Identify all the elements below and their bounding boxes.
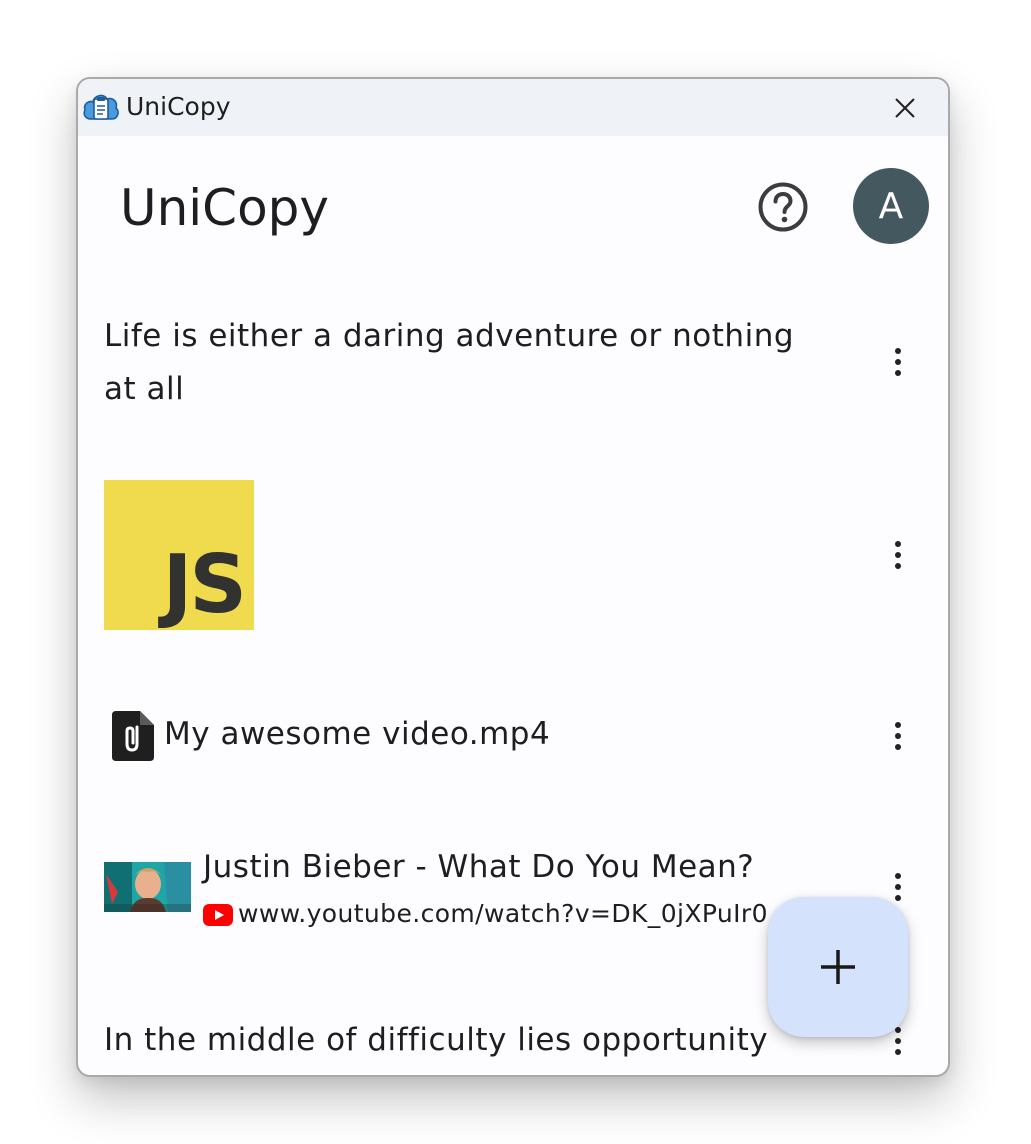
avatar-letter: A [878, 185, 904, 227]
plus-icon [821, 950, 855, 984]
clip-text-1[interactable]: Life is either a daring adventure or not… [104, 310, 834, 416]
clip-link-url[interactable]: www.youtube.com/watch?v=DK_0jXPuIr0 [238, 897, 768, 931]
clip-image-js-logo[interactable]: JS [104, 480, 254, 630]
help-button[interactable] [756, 180, 810, 234]
clip-menu-button-3[interactable] [880, 712, 916, 760]
cloud-clipboard-icon [83, 94, 119, 120]
app-window: UniCopy UniCopy A Life is either a darin… [76, 77, 950, 1077]
title-bar: UniCopy [78, 79, 948, 136]
close-button[interactable] [884, 89, 926, 127]
add-clip-button[interactable] [768, 897, 908, 1037]
youtube-icon [203, 904, 233, 926]
more-vertical-icon [895, 348, 901, 376]
page-title: UniCopy [120, 179, 330, 237]
js-logo-text: JS [162, 538, 247, 631]
close-icon [895, 98, 915, 118]
more-vertical-icon [895, 722, 901, 750]
more-vertical-icon [895, 1027, 901, 1055]
clip-link-title[interactable]: Justin Bieber - What Do You Mean? [203, 841, 754, 894]
help-circle-icon [758, 182, 808, 232]
window-title: UniCopy [126, 92, 231, 121]
video-thumbnail-image [104, 862, 191, 912]
clip-file-name[interactable]: My awesome video.mp4 [164, 708, 550, 761]
video-thumbnail[interactable] [104, 862, 191, 912]
clip-text-5[interactable]: In the middle of difficulty lies opportu… [104, 1014, 768, 1067]
clip-menu-button-1[interactable] [880, 338, 916, 386]
clip-menu-button-2[interactable] [880, 531, 916, 579]
attachment-file-icon [112, 711, 154, 761]
avatar[interactable]: A [853, 168, 929, 244]
more-vertical-icon [895, 541, 901, 569]
more-vertical-icon [895, 873, 901, 901]
